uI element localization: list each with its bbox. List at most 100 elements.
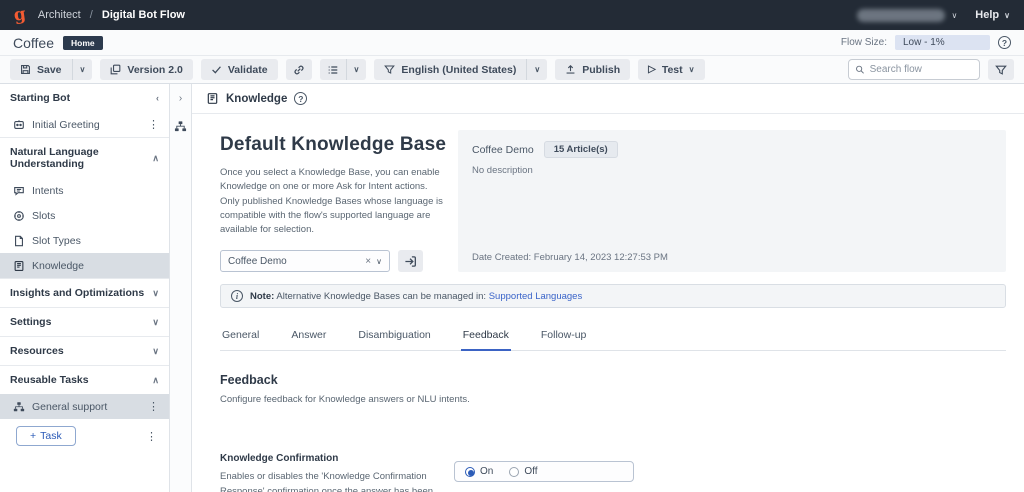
language-button[interactable]: English (United States)	[374, 59, 526, 80]
breadcrumb-app[interactable]: Architect	[38, 9, 81, 21]
sidebar-section-insights[interactable]: Insights and Optimizations ∨	[0, 278, 169, 307]
sitemap-icon[interactable]	[174, 120, 187, 133]
nlu-label: Natural Language Understanding	[10, 146, 152, 170]
sidebar-item-slot-types[interactable]: Slot Types	[0, 228, 169, 253]
open-knowledge-base-button[interactable]	[398, 250, 423, 272]
chevron-down-icon: ∨	[1004, 11, 1010, 20]
chevron-up-icon[interactable]: ∧	[152, 375, 159, 386]
sidebar-item-general-support[interactable]: General support ⋮	[0, 394, 169, 419]
knowledge-base-row: Default Knowledge Base Once you select a…	[220, 130, 1006, 272]
save-dropdown-button[interactable]: ∨	[72, 59, 93, 80]
test-button[interactable]: ▷ Test ∨	[638, 59, 704, 80]
sidebar-item-initial-greeting[interactable]: Initial Greeting ⋮	[0, 112, 169, 137]
save-button[interactable]: Save	[10, 59, 72, 80]
check-icon	[211, 64, 222, 75]
play-icon: ▷	[648, 64, 656, 75]
sidebar-section-reusable-tasks[interactable]: Reusable Tasks ∧	[0, 365, 169, 394]
supported-languages-link[interactable]: Supported Languages	[489, 291, 583, 302]
content-area: Starting Bot ‹ Initial Greeting ⋮ Natura…	[0, 84, 1024, 492]
language-dropdown-button[interactable]: ∨	[526, 59, 547, 80]
radio-option-off[interactable]: Off	[509, 466, 537, 477]
chevron-down-icon[interactable]: ∨	[152, 346, 159, 357]
list-dropdown-button[interactable]: ∨	[346, 59, 367, 80]
validate-button[interactable]: Validate	[201, 59, 278, 80]
tab-feedback[interactable]: Feedback	[461, 322, 511, 351]
tab-answer[interactable]: Answer	[289, 322, 328, 350]
kb-info-name-row: Coffee Demo 15 Article(s)	[472, 141, 992, 158]
architect-app: g Architect / Digital Bot Flow ∨ Help ∨ …	[0, 0, 1024, 492]
chevron-down-icon[interactable]: ∨	[152, 317, 159, 328]
chevron-down-icon: ∨	[689, 65, 695, 74]
kb-select[interactable]: Coffee Demo × ∨	[220, 250, 390, 272]
tab-disambiguation[interactable]: Disambiguation	[356, 322, 432, 350]
language-label: English (United States)	[401, 64, 516, 76]
user-name-redacted	[857, 9, 945, 22]
note-label: Note:	[250, 291, 274, 302]
kebab-menu-icon[interactable]: ⋮	[144, 430, 159, 443]
sidebar-item-slots[interactable]: Slots	[0, 203, 169, 228]
search-flow-input[interactable]	[870, 64, 973, 75]
chevron-right-icon[interactable]: ›	[179, 93, 182, 104]
add-task-row: + Task ⋮	[0, 419, 169, 453]
search-icon	[855, 64, 865, 75]
insights-label: Insights and Optimizations	[10, 287, 144, 299]
kb-date-created: Date Created: February 14, 2023 12:27:53…	[472, 234, 992, 263]
kb-select-row: Coffee Demo × ∨	[220, 250, 448, 272]
list-icon	[327, 64, 339, 76]
chevron-down-icon: ∨	[80, 65, 86, 74]
sidebar-section-resources[interactable]: Resources ∨	[0, 336, 169, 365]
chat-icon	[12, 184, 25, 197]
kebab-menu-icon[interactable]: ⋮	[146, 400, 161, 413]
radio-on-control[interactable]	[465, 467, 475, 477]
chevron-left-icon[interactable]: ‹	[156, 93, 159, 103]
link-button[interactable]	[286, 59, 312, 80]
document-icon	[12, 234, 25, 247]
knowledge-base-left: Default Knowledge Base Once you select a…	[220, 130, 448, 272]
help-menu[interactable]: Help ∨	[975, 9, 1010, 21]
chevron-down-icon[interactable]: ∨	[152, 288, 159, 299]
add-task-button[interactable]: + Task	[16, 426, 76, 446]
radio-off-control[interactable]	[509, 467, 519, 477]
confirmation-control-col: On Off	[454, 453, 634, 492]
knowledge-label: Knowledge	[32, 260, 161, 272]
add-task-label: Task	[40, 430, 62, 442]
sidebar-section-starting-bot[interactable]: Starting Bot ‹	[0, 84, 169, 112]
reusable-tasks-label: Reusable Tasks	[10, 374, 89, 386]
chevron-up-icon[interactable]: ∧	[152, 153, 159, 164]
kb-select-value: Coffee Demo	[228, 256, 365, 267]
tab-follow-up[interactable]: Follow-up	[539, 322, 589, 350]
publish-label: Publish	[582, 64, 620, 76]
sidebar-section-nlu[interactable]: Natural Language Understanding ∧	[0, 137, 169, 178]
sidebar-item-intents[interactable]: Intents	[0, 178, 169, 203]
settings-label: Settings	[10, 316, 51, 328]
toolbar: Save ∨ Version 2.0 Validate ∨ English (U…	[0, 56, 1024, 84]
publish-icon	[565, 64, 576, 75]
publish-button[interactable]: Publish	[555, 59, 630, 80]
clear-icon[interactable]: ×	[365, 256, 371, 267]
sidebar-section-settings[interactable]: Settings ∨	[0, 307, 169, 336]
list-button[interactable]	[320, 59, 346, 80]
funnel-icon	[384, 64, 395, 75]
confirmation-description: Enables or disables the 'Knowledge Confi…	[220, 470, 440, 492]
search-filter-button[interactable]	[988, 59, 1014, 80]
general-support-label: General support	[32, 401, 139, 413]
version-button[interactable]: Version 2.0	[100, 59, 192, 80]
main-scroll: Default Knowledge Base Once you select a…	[192, 114, 1024, 492]
radio-on-label: On	[480, 466, 493, 477]
knowledge-confirmation-row: Knowledge Confirmation Enables or disabl…	[220, 453, 1006, 492]
help-label: Help	[975, 9, 999, 21]
save-icon	[20, 64, 31, 75]
tab-general[interactable]: General	[220, 322, 261, 350]
version-label: Version 2.0	[127, 64, 182, 76]
chevron-down-icon: ∨	[534, 65, 540, 74]
kebab-menu-icon[interactable]: ⋮	[146, 118, 161, 131]
home-badge[interactable]: Home	[63, 36, 103, 50]
user-menu[interactable]: ∨	[857, 9, 957, 22]
help-circle-icon[interactable]: ?	[294, 92, 307, 105]
feedback-section: Feedback Configure feedback for Knowledg…	[220, 373, 1006, 405]
confirmation-label-col: Knowledge Confirmation Enables or disabl…	[220, 453, 454, 492]
help-circle-icon[interactable]: ?	[998, 36, 1011, 49]
radio-option-on[interactable]: On	[465, 466, 493, 477]
book-icon	[12, 259, 25, 272]
sidebar-item-knowledge[interactable]: Knowledge	[0, 253, 169, 278]
